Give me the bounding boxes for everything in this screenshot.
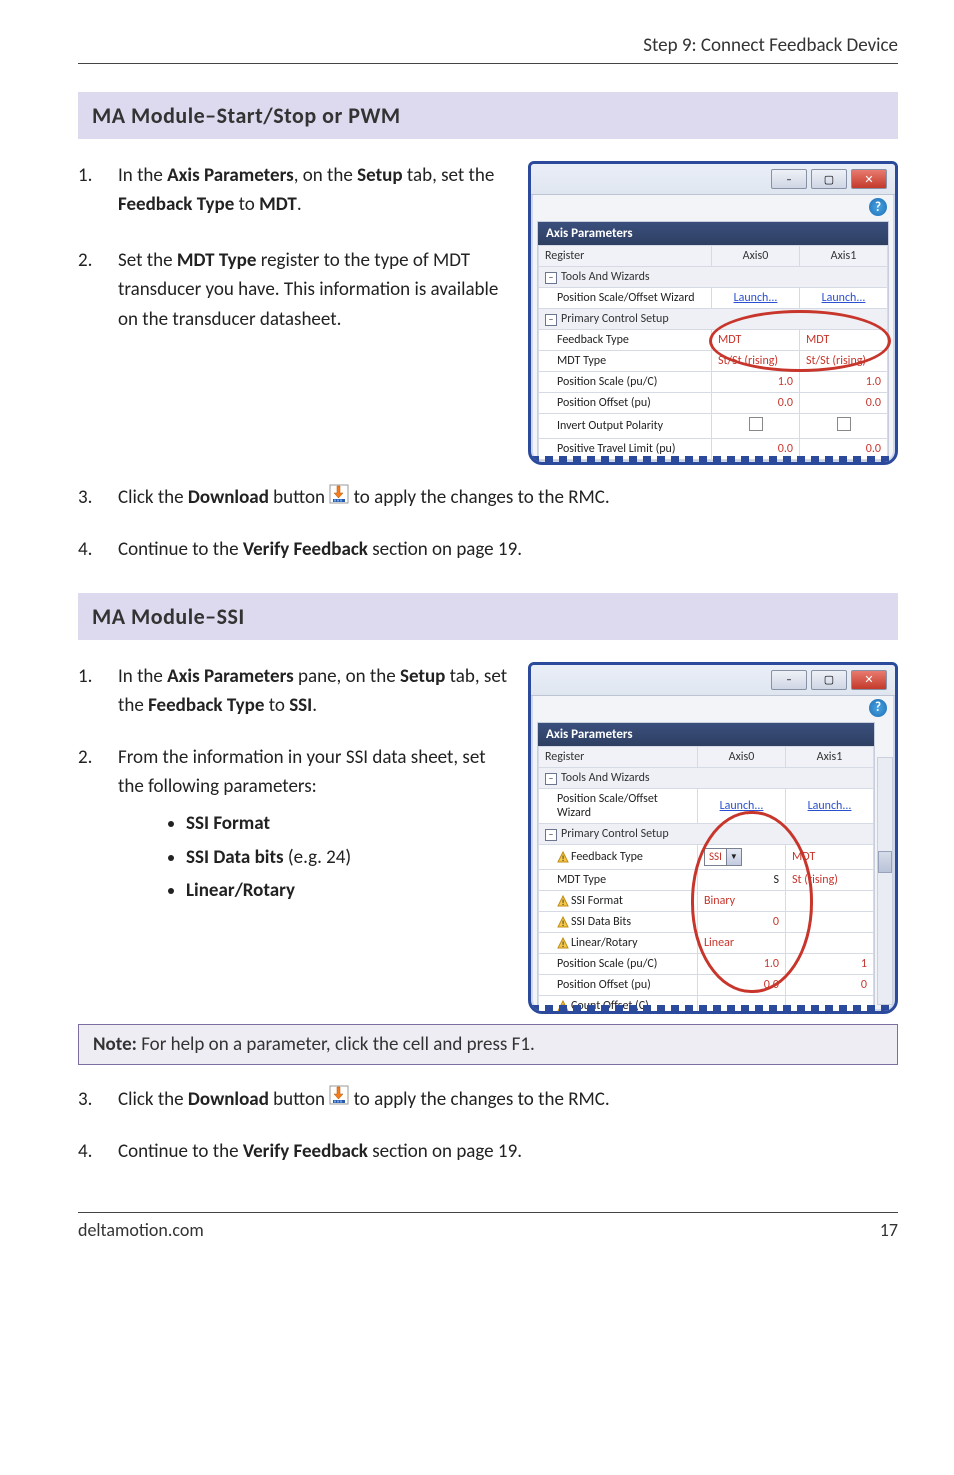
help-icon[interactable]: ? xyxy=(869,198,887,216)
invert-checkbox[interactable] xyxy=(749,417,763,431)
panel-title: Axis Parameters xyxy=(538,222,888,245)
warning-icon: ! xyxy=(557,851,569,863)
bullet-item: SSI Data bits (e.g. 24) xyxy=(186,843,510,872)
warning-icon: ! xyxy=(557,937,569,949)
axis-parameters-table: RegisterAxis0Axis1 –Tools And Wizards Po… xyxy=(538,245,888,460)
window-restore-button[interactable]: ▢ xyxy=(811,169,847,189)
step-a3: Click the Download button to apply the c… xyxy=(118,483,898,513)
screenshot-a: – ▢ ✕ ? Axis Parameters RegisterAxis0Axi… xyxy=(528,161,898,465)
launch-link[interactable]: Launch... xyxy=(734,291,778,305)
axis-parameters-table: RegisterAxis0Axis1 –Tools And Wizards Po… xyxy=(538,746,874,1014)
step-num: 4. xyxy=(78,1137,100,1166)
section-title-a: MA Module–Start/Stop or PWM xyxy=(78,92,898,139)
footer-page-number: 17 xyxy=(880,1219,898,1241)
feedback-type-dropdown[interactable]: SSI ▼ xyxy=(704,848,742,866)
step-b4: Continue to the Verify Feedback section … xyxy=(118,1137,898,1166)
window-minimize-button[interactable]: – xyxy=(771,169,807,189)
tree-collapse-icon[interactable]: – xyxy=(545,829,557,841)
step-num: 1. xyxy=(78,662,100,721)
step-b3: Click the Download button to apply the c… xyxy=(118,1085,898,1115)
step-num: 3. xyxy=(78,1085,100,1115)
footer-left: deltamotion.com xyxy=(78,1219,204,1241)
step-b1: In the Axis Parameters pane, on the Setu… xyxy=(118,662,510,721)
launch-link[interactable]: Launch... xyxy=(720,799,764,813)
window-close-button[interactable]: ✕ xyxy=(851,670,887,690)
step-a2: Set the MDT Type register to the type of… xyxy=(118,246,510,334)
invert-checkbox[interactable] xyxy=(837,417,851,431)
step-b2: From the information in your SSI data sh… xyxy=(118,743,510,910)
warning-icon: ! xyxy=(557,916,569,928)
download-icon xyxy=(329,1085,349,1114)
note-box: Note: For help on a parameter, click the… xyxy=(78,1024,898,1065)
tree-collapse-icon[interactable]: – xyxy=(545,314,557,326)
svg-text:!: ! xyxy=(562,919,565,928)
step-num: 2. xyxy=(78,743,100,910)
svg-text:!: ! xyxy=(562,854,565,863)
bullet-item: SSI Format xyxy=(186,809,510,838)
window-restore-button[interactable]: ▢ xyxy=(811,670,847,690)
step-num: 3. xyxy=(78,483,100,513)
tree-collapse-icon[interactable]: – xyxy=(545,272,557,284)
screenshot-b: – ▢ ✕ ? Axis Parameters RegisterAxis0Axi… xyxy=(528,662,898,1014)
section-title-b: MA Module–SSI xyxy=(78,593,898,640)
vertical-scrollbar[interactable] xyxy=(877,757,893,1005)
step-a4: Continue to the Verify Feedback section … xyxy=(118,535,898,564)
panel-title: Axis Parameters xyxy=(538,723,874,746)
step-num: 4. xyxy=(78,535,100,564)
warning-icon: ! xyxy=(557,895,569,907)
dropdown-button-icon[interactable]: ▼ xyxy=(726,849,741,865)
launch-link[interactable]: Launch... xyxy=(808,799,852,813)
bullet-item: Linear/Rotary xyxy=(186,876,510,905)
step-a1: In the Axis Parameters, on the Setup tab… xyxy=(118,161,510,220)
help-icon[interactable]: ? xyxy=(869,699,887,717)
download-icon xyxy=(329,484,349,513)
window-close-button[interactable]: ✕ xyxy=(851,169,887,189)
launch-link[interactable]: Launch... xyxy=(822,291,866,305)
svg-text:!: ! xyxy=(562,898,565,907)
svg-text:!: ! xyxy=(562,940,565,949)
step-num: 2. xyxy=(78,246,100,334)
window-minimize-button[interactable]: – xyxy=(771,670,807,690)
page-header: Step 9: Connect Feedback Device xyxy=(78,34,898,64)
step-num: 1. xyxy=(78,161,100,220)
tree-collapse-icon[interactable]: – xyxy=(545,773,557,785)
